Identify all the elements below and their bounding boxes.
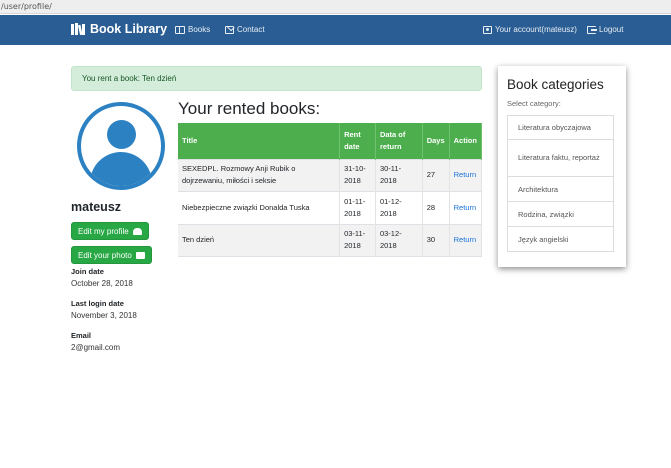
brand-title: Book Library: [90, 22, 168, 36]
return-date-cell: 03-12-2018: [375, 223, 423, 256]
days-cell: 28: [422, 190, 450, 224]
success-alert: You rent a book: Ten dzień: [71, 66, 482, 91]
top-navbar: Book Library Books Contact Your account(…: [0, 15, 671, 45]
category-item[interactable]: Architektura: [507, 177, 614, 202]
category-item[interactable]: Literatura obyczajowa: [507, 115, 614, 140]
categories-subtitle: Select category:: [507, 99, 561, 108]
rented-books-table: Title Rent date Data of return Days Acti…: [178, 123, 483, 257]
col-header-days: Days: [422, 123, 450, 159]
nav-books-link[interactable]: Books: [175, 25, 210, 34]
return-date-cell: 01-12-2018: [375, 190, 423, 224]
avatar-body: [90, 152, 152, 186]
nav-contact-link[interactable]: Contact: [225, 25, 265, 34]
categories-card: Book categories Select category: Literat…: [498, 66, 626, 267]
categories-list: Literatura obyczajowa Literatura faktu, …: [507, 115, 614, 252]
email-label: Email: [71, 331, 92, 340]
last-login-label: Last login date: [71, 299, 124, 308]
edit-photo-button[interactable]: Edit your photo: [71, 246, 152, 264]
category-item[interactable]: Literatura faktu, reportaż: [507, 140, 614, 177]
edit-profile-label: Edit my profile: [78, 226, 129, 236]
book-icon: [175, 25, 185, 34]
nav-contact-label: Contact: [237, 25, 265, 34]
rent-date-cell: 03-11-2018: [339, 223, 376, 256]
nav-account-label: Your account(mateusz): [495, 25, 577, 34]
envelope-icon: [225, 25, 234, 34]
category-item[interactable]: Rodzina, związki: [507, 202, 614, 227]
join-date-label: Join date: [71, 267, 104, 276]
image-icon: [135, 251, 145, 259]
rented-books-title: Your rented books:: [178, 99, 321, 118]
nav-logout-label: Logout: [599, 25, 624, 34]
return-date-cell: 30-11-2018: [375, 158, 423, 191]
edit-photo-label: Edit your photo: [78, 250, 132, 260]
col-header-return-date: Data of return: [375, 123, 423, 159]
address-bar[interactable]: /user/profile/: [0, 0, 671, 14]
last-login-value: November 3, 2018: [71, 311, 137, 320]
book-title-cell: Niebezpieczne związki Donalda Tuska: [178, 190, 341, 224]
alert-message: You rent a book: Ten dzień: [82, 74, 177, 83]
brand-link[interactable]: Book Library: [71, 22, 167, 36]
return-link[interactable]: Return: [449, 190, 483, 224]
rent-date-cell: 01-11-2018: [339, 190, 376, 224]
user-badge-icon: [483, 25, 492, 34]
category-item[interactable]: Język angielski: [507, 227, 614, 252]
days-cell: 30: [422, 223, 450, 256]
join-date-value: October 28, 2018: [71, 279, 133, 288]
rent-date-cell: 31-10-2018: [339, 158, 376, 191]
book-title-cell: Ten dzień: [178, 223, 341, 256]
logout-icon: [587, 25, 597, 34]
avatar: [77, 102, 165, 190]
nav-books-label: Books: [188, 25, 211, 34]
table-row: SEXEDPL. Rozmowy Anji Rubik o dojrzewani…: [178, 158, 483, 191]
nav-logout-link[interactable]: Logout: [587, 25, 623, 34]
address-url: /user/profile/: [1, 2, 52, 11]
days-cell: 27: [422, 158, 450, 191]
edit-profile-button[interactable]: Edit my profile: [71, 222, 149, 240]
avatar-head: [107, 120, 136, 149]
col-header-title: Title: [178, 123, 341, 159]
table-row: Niebezpieczne związki Donalda Tuska 01-1…: [178, 190, 483, 224]
user-edit-icon: [132, 227, 142, 235]
nav-account-link[interactable]: Your account(mateusz): [483, 25, 577, 34]
table-row: Ten dzień 03-11-2018 03-12-2018 30 Retur…: [178, 223, 483, 256]
col-header-action: Action: [449, 123, 483, 159]
return-link[interactable]: Return: [449, 158, 483, 191]
book-title-cell: SEXEDPL. Rozmowy Anji Rubik o dojrzewani…: [178, 158, 341, 191]
profile-username: mateusz: [71, 200, 122, 214]
email-value: 2@gmail.com: [71, 343, 121, 352]
categories-title: Book categories: [507, 77, 604, 92]
return-link[interactable]: Return: [449, 223, 483, 256]
col-header-rent-date: Rent date: [339, 123, 376, 159]
library-logo-icon: [71, 23, 85, 35]
